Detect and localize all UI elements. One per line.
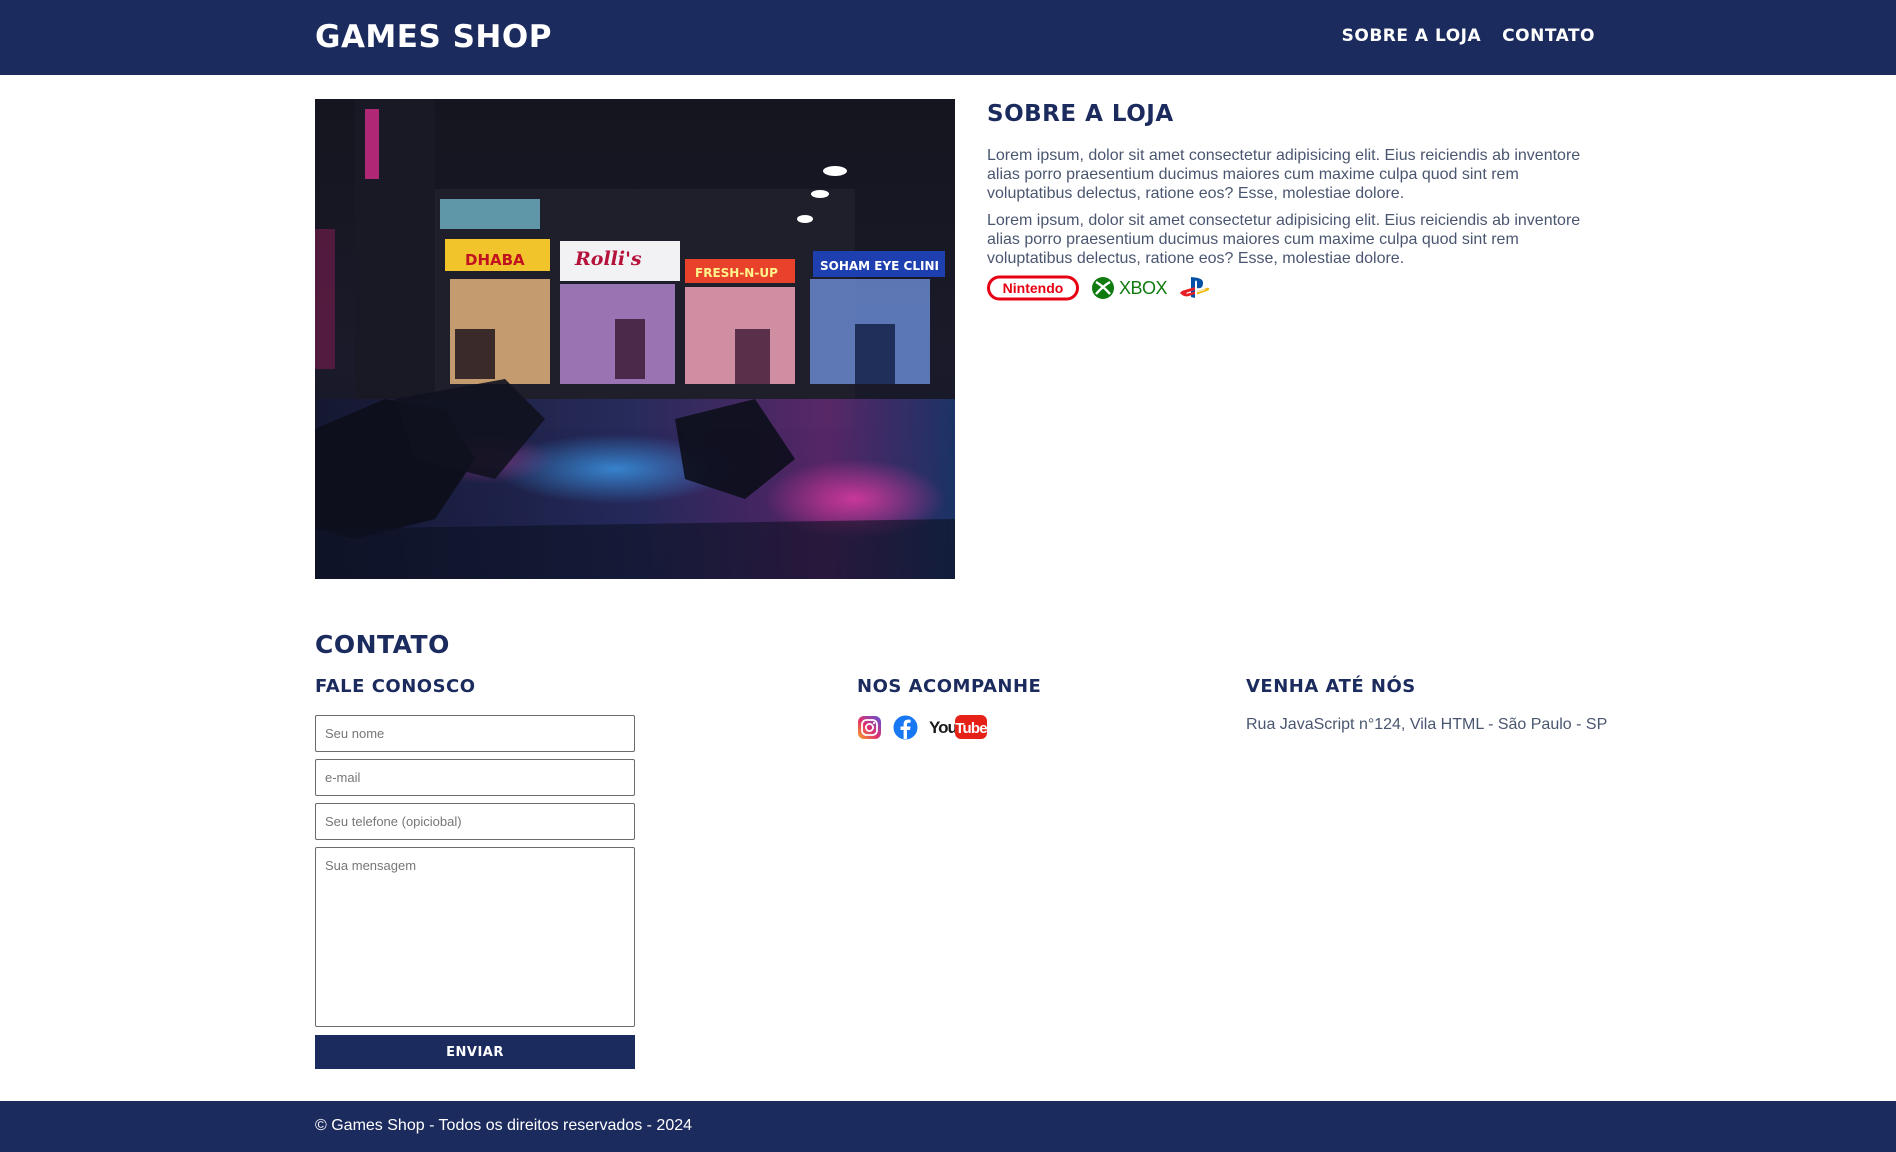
svg-text:Rolli's: Rolli's (574, 248, 642, 270)
site-header: GAMES SHOP SOBRE A LOJA CONTATO (0, 0, 1896, 75)
svg-text:Nintendo: Nintendo (1003, 280, 1064, 296)
site-logo[interactable]: GAMES SHOP (315, 19, 552, 55)
svg-text:DHABA: DHABA (465, 251, 525, 269)
email-input[interactable] (315, 759, 635, 796)
nintendo-logo-icon: Nintendo (987, 275, 1079, 301)
youtube-icon[interactable]: You Tube (929, 714, 987, 740)
svg-text:SOHAM EYE CLINI: SOHAM EYE CLINI (820, 259, 939, 273)
social-title: NOS ACOMPANHE (857, 676, 1042, 697)
contact-title: CONTATO (315, 630, 450, 659)
night-street-image: DHABA Rolli's FRESH-N-UP SOHAM EYE CLINI (315, 99, 955, 579)
nav-link-contato[interactable]: CONTATO (1502, 26, 1595, 46)
svg-text:You: You (929, 718, 957, 737)
brand-logos: Nintendo XBOX (987, 275, 1211, 301)
location-title: VENHA ATÉ NÓS (1246, 676, 1416, 697)
xbox-icon (1092, 277, 1114, 299)
about-paragraph-1: Lorem ipsum, dolor sit amet consectetur … (987, 147, 1581, 202)
site-footer: © Games Shop - Todos os direitos reserva… (0, 1101, 1896, 1152)
svg-text:Tube: Tube (955, 720, 987, 737)
message-textarea[interactable] (315, 847, 635, 1027)
send-button[interactable]: ENVIAR (315, 1035, 635, 1069)
name-input[interactable] (315, 715, 635, 752)
about-title: SOBRE A LOJA (987, 101, 1174, 127)
xbox-wordmark: XBOX (1119, 277, 1168, 298)
about-paragraph-2: Lorem ipsum, dolor sit amet consectetur … (987, 212, 1581, 267)
form-title: FALE CONOSCO (315, 676, 476, 697)
copyright-text: © Games Shop - Todos os direitos reserva… (315, 1117, 693, 1134)
facebook-icon[interactable] (893, 715, 918, 740)
main-nav: SOBRE A LOJA CONTATO (1342, 26, 1595, 46)
playstation-logo-icon (1180, 277, 1210, 298)
store-address: Rua JavaScript n°124, Vila HTML - São Pa… (1246, 716, 1608, 733)
nav-link-sobre[interactable]: SOBRE A LOJA (1342, 26, 1482, 46)
svg-text:FRESH-N-UP: FRESH-N-UP (695, 266, 778, 280)
instagram-icon[interactable] (857, 715, 882, 740)
social-links: You Tube (857, 714, 987, 740)
xbox-logo: XBOX (1091, 276, 1168, 300)
store-photo: DHABA Rolli's FRESH-N-UP SOHAM EYE CLINI (315, 99, 955, 579)
phone-input[interactable] (315, 803, 635, 840)
